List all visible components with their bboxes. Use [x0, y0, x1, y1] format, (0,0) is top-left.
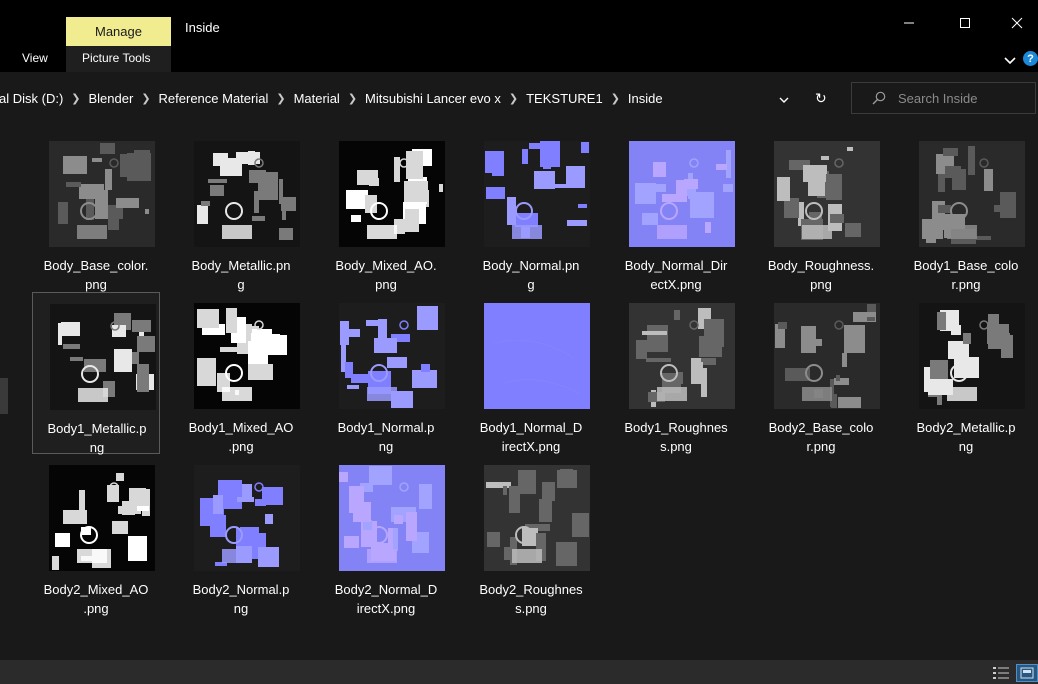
file-thumbnail — [50, 304, 156, 410]
file-name: Body2_Metallic.p ng — [916, 420, 1016, 454]
file-thumbnail — [194, 303, 300, 409]
file-item[interactable]: Body_Normal_Dir ectX.png — [612, 130, 740, 292]
file-item[interactable]: Body2_Normal_D irectX.png — [322, 454, 450, 616]
nav-pane-resize-handle[interactable] — [0, 378, 8, 414]
manage-tab[interactable]: Manage — [66, 17, 171, 46]
file-name: Body_Normal.pn g — [482, 258, 580, 292]
search-icon — [872, 91, 886, 105]
file-thumbnail — [339, 303, 445, 409]
file-name: Body2_Mixed_AO .png — [43, 582, 149, 616]
tab-view[interactable]: View — [22, 51, 48, 65]
chevron-right-icon[interactable]: ❯ — [66, 92, 85, 105]
file-name: Body_Metallic.pn g — [191, 258, 291, 292]
file-thumbnail — [49, 465, 155, 571]
file-item[interactable]: Body2_Base_colo r.png — [757, 292, 885, 454]
file-thumbnail — [919, 303, 1025, 409]
file-thumbnail — [484, 141, 590, 247]
file-name: Body1_Base_colo r.png — [913, 258, 1019, 292]
file-thumbnail — [339, 465, 445, 571]
chevron-right-icon[interactable]: ❯ — [343, 92, 362, 105]
crumb-blender[interactable]: Blender — [86, 91, 137, 106]
search-box[interactable] — [851, 82, 1036, 114]
file-item[interactable]: Body1_Mixed_AO .png — [177, 292, 305, 454]
file-thumbnail — [774, 303, 880, 409]
status-bar — [0, 660, 1038, 684]
help-button[interactable]: ? — [1023, 51, 1038, 66]
details-view-icon[interactable] — [992, 666, 1010, 684]
file-thumbnail — [194, 141, 300, 247]
address-history-chevron-down-icon[interactable] — [778, 92, 790, 110]
file-item[interactable]: Body2_Roughnes s.png — [467, 454, 595, 616]
crumb-reference-material[interactable]: Reference Material — [156, 91, 272, 106]
search-input[interactable] — [898, 90, 1018, 106]
file-item[interactable]: Body1_Normal_D irectX.png — [467, 292, 595, 454]
file-name: Body1_Normal.p ng — [337, 420, 435, 454]
file-thumbnail — [484, 303, 590, 409]
crumb-teksture1[interactable]: TEKSTURE1 — [523, 91, 606, 106]
file-thumbnail — [629, 303, 735, 409]
minimize-button[interactable] — [886, 10, 932, 40]
maximize-icon — [959, 16, 971, 34]
file-name: Body1_Metallic.p ng — [47, 421, 147, 455]
file-name: Body2_Normal.p ng — [192, 582, 290, 616]
file-item[interactable]: Body_Mixed_AO. png — [322, 130, 450, 292]
file-item[interactable]: Body_Metallic.pn g — [177, 130, 305, 292]
file-thumbnail — [194, 465, 300, 571]
file-item[interactable]: Body_Roughness. png — [757, 130, 885, 292]
file-name: Body_Mixed_AO. png — [335, 258, 437, 292]
chevron-right-icon[interactable]: ❯ — [271, 92, 290, 105]
maximize-button[interactable] — [942, 10, 988, 40]
window-title: Inside — [185, 20, 220, 35]
refresh-icon[interactable]: ↻ — [815, 90, 827, 107]
file-thumbnail — [49, 141, 155, 247]
file-thumbnail — [919, 141, 1025, 247]
crumb-inside[interactable]: Inside — [625, 91, 666, 106]
file-item[interactable]: Body1_Base_colo r.png — [902, 130, 1030, 292]
file-name: Body1_Mixed_AO .png — [188, 420, 294, 454]
file-name: Body1_Roughnes s.png — [624, 420, 728, 454]
file-name: Body2_Normal_D irectX.png — [334, 582, 438, 616]
file-name: Body1_Normal_D irectX.png — [479, 420, 583, 454]
file-thumbnail — [339, 141, 445, 247]
minimize-icon — [903, 16, 915, 34]
tab-picture-tools[interactable]: Picture Tools — [82, 51, 150, 65]
crumb-drive[interactable]: al Disk (D:) — [0, 91, 66, 106]
file-name: Body_Base_color. png — [43, 258, 149, 292]
large-icons-view-icon[interactable] — [1016, 664, 1038, 682]
file-item[interactable]: Body1_Normal.p ng — [322, 292, 450, 454]
close-button[interactable] — [994, 10, 1038, 40]
crumb-lancer[interactable]: Mitsubishi Lancer evo x — [362, 91, 504, 106]
ribbon-expand-chevron-icon[interactable] — [1004, 53, 1016, 71]
chevron-right-icon[interactable]: ❯ — [136, 92, 155, 105]
file-thumbnail — [484, 465, 590, 571]
file-name: Body2_Base_colo r.png — [768, 420, 874, 454]
close-icon — [1011, 16, 1023, 34]
file-item[interactable]: Body1_Metallic.p ng — [32, 292, 160, 455]
ribbon-bar: View Picture Tools — [0, 46, 1038, 72]
breadcrumb[interactable]: al Disk (D:) ❯ Blender ❯ Reference Mater… — [0, 82, 845, 114]
file-item[interactable]: Body2_Mixed_AO .png — [32, 454, 160, 616]
chevron-right-icon[interactable]: ❯ — [606, 92, 625, 105]
file-item[interactable]: Body2_Normal.p ng — [177, 454, 305, 616]
file-name: Body_Roughness. png — [767, 258, 875, 292]
crumb-material[interactable]: Material — [291, 91, 343, 106]
file-name: Body2_Roughnes s.png — [479, 582, 583, 616]
file-item[interactable]: Body_Normal.pn g — [467, 130, 595, 292]
file-item[interactable]: Body2_Metallic.p ng — [902, 292, 1030, 454]
file-thumbnail — [629, 141, 735, 247]
file-thumbnail — [774, 141, 880, 247]
file-name: Body_Normal_Dir ectX.png — [624, 258, 728, 292]
chevron-right-icon[interactable]: ❯ — [504, 92, 523, 105]
file-item[interactable]: Body1_Roughnes s.png — [612, 292, 740, 454]
file-item[interactable]: Body_Base_color. png — [32, 130, 160, 292]
